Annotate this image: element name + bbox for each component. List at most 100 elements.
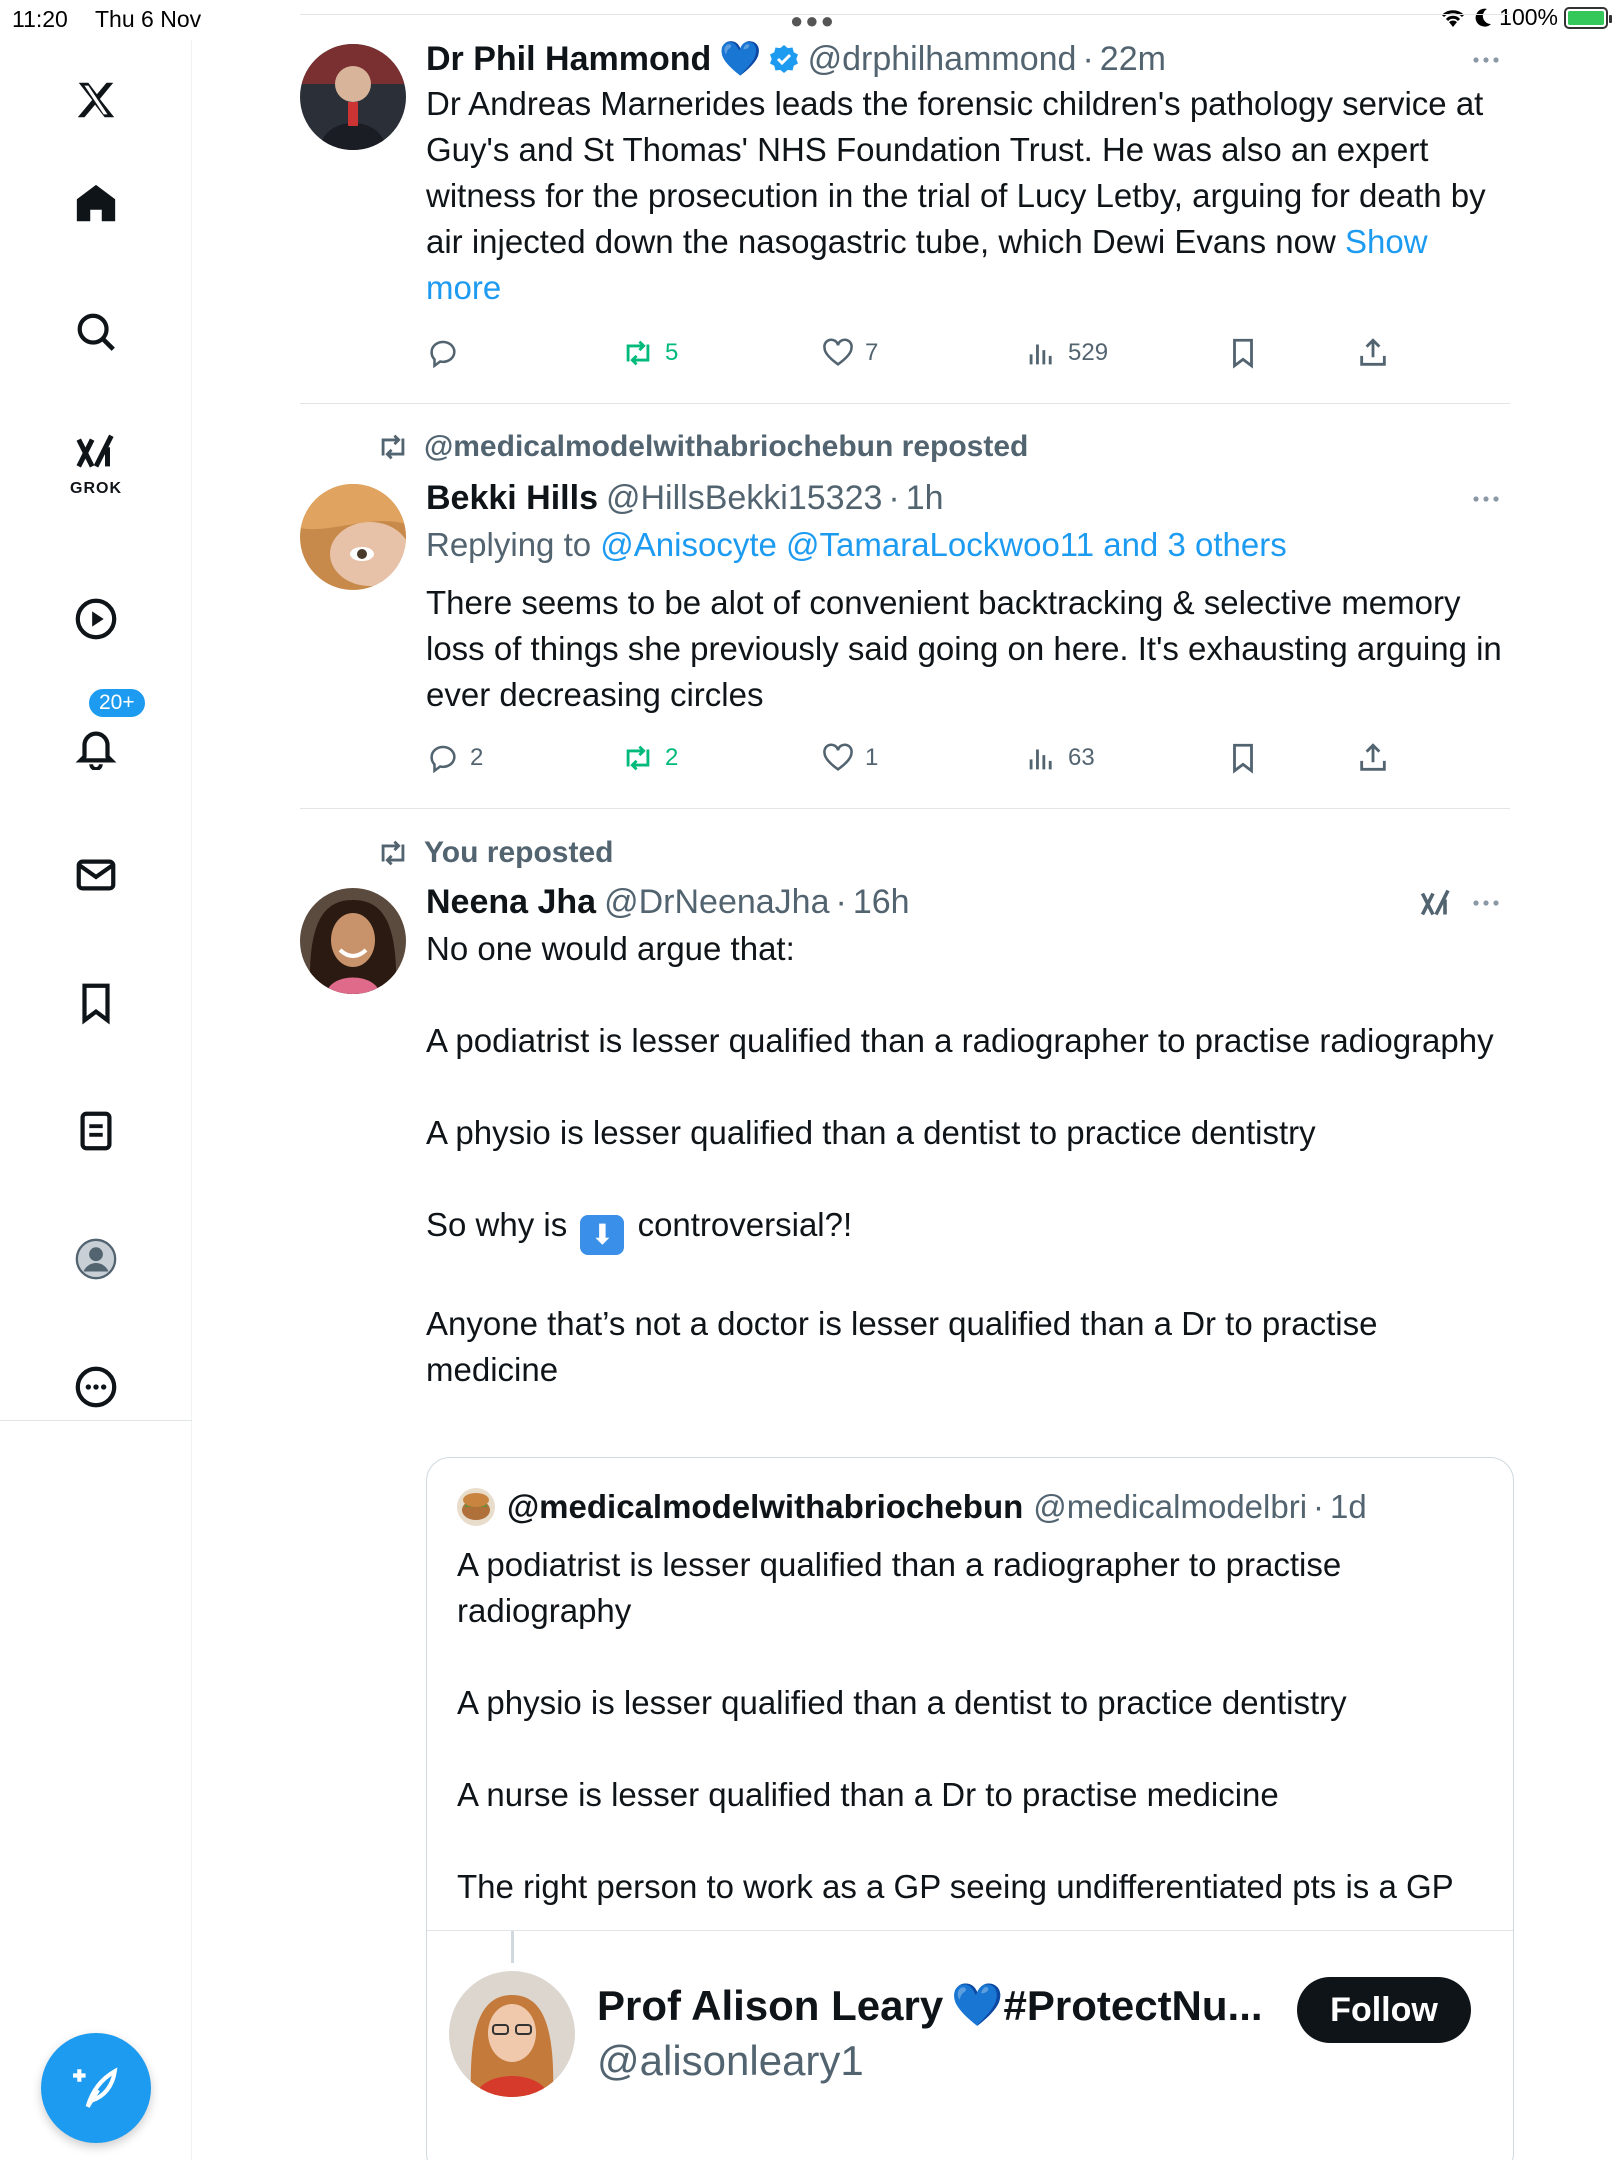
tweet-bekki-hills[interactable]: Bekki Hills @HillsBekki15323 · 1h Replyi… xyxy=(426,476,1506,718)
author-name[interactable]: Neena Jha xyxy=(426,883,596,922)
separator-dot: · xyxy=(1082,39,1094,78)
avatar-phil-hammond[interactable] xyxy=(300,44,406,150)
grok-icon[interactable] xyxy=(63,420,129,486)
tweet-text: Dr Andreas Marnerides leads the forensic… xyxy=(426,81,1506,311)
repost-context-icon xyxy=(381,434,405,460)
bookmark-button[interactable] xyxy=(1226,741,1260,775)
repost-button[interactable]: 5 xyxy=(621,336,678,370)
sidebar-divider xyxy=(0,1420,192,1421)
tweet-paragraph: Anyone that’s not a doctor is lesser qua… xyxy=(426,1305,1378,1388)
thread-line xyxy=(511,1931,514,1963)
author-handle[interactable]: @HillsBekki15323 xyxy=(606,479,882,518)
repost-button[interactable]: 2 xyxy=(621,741,678,775)
author-name[interactable]: Bekki Hills xyxy=(426,479,598,518)
search-icon[interactable] xyxy=(63,299,129,365)
separator-dot: · xyxy=(888,478,900,517)
heart-icon xyxy=(823,338,853,366)
avatar-alison-leary[interactable] xyxy=(449,1971,575,2097)
x-logo-icon[interactable] xyxy=(63,67,129,133)
author-handle[interactable]: @drphilhammond xyxy=(808,40,1077,79)
feed-top-divider xyxy=(300,14,1510,15)
avatar-neena-jha[interactable] xyxy=(300,888,406,994)
tweet-neena-jha[interactable]: Neena Jha @DrNeenaJha · 16h No one would… xyxy=(426,880,1506,1393)
tweet-phil-hammond[interactable]: Dr Phil Hammond 💙 @drphilhammond · 22m D… xyxy=(426,37,1506,311)
compose-post-button[interactable] xyxy=(41,2033,151,2143)
separator-dot: · xyxy=(1313,1488,1325,1525)
tweet-time[interactable]: 22m xyxy=(1100,40,1166,79)
profile-icon[interactable] xyxy=(63,1226,129,1292)
tweet-time[interactable]: 16h xyxy=(853,883,910,922)
quoted-tweet-time[interactable]: 1d xyxy=(1330,1488,1367,1526)
lists-icon[interactable] xyxy=(63,1098,129,1164)
heart-icon xyxy=(823,743,853,771)
avatar-bekki-hills[interactable] xyxy=(300,484,406,590)
grok-label: GROK xyxy=(70,480,122,497)
reply-button[interactable] xyxy=(426,336,470,370)
view-count: 63 xyxy=(1068,744,1095,771)
blue-heart-emoji: 💙 xyxy=(951,1981,1004,2028)
like-button[interactable]: 7 xyxy=(821,336,878,370)
bookmark-icon xyxy=(1233,743,1253,774)
quoted-author-handle[interactable]: @medicalmodelbri xyxy=(1033,1488,1307,1526)
tweet-text: No one would argue that: A podiatrist is… xyxy=(426,926,1506,1393)
status-time: 11:20 xyxy=(12,6,68,32)
tweet-divider xyxy=(300,808,1510,809)
quoted-author-avatar xyxy=(457,1488,495,1526)
messages-icon[interactable] xyxy=(63,842,129,908)
tweet-time[interactable]: 1h xyxy=(906,479,944,518)
views-button[interactable]: 529 xyxy=(1024,336,1108,370)
quoted-author-name[interactable]: @medicalmodelwithabriochebun xyxy=(507,1488,1023,1526)
share-button[interactable] xyxy=(1356,741,1390,775)
reply-icon xyxy=(430,340,456,369)
home-icon[interactable] xyxy=(63,171,129,237)
quoted-tweet-text: A podiatrist is lesser qualified than a … xyxy=(457,1542,1487,1910)
notifications-bell-icon[interactable] xyxy=(63,714,129,780)
blue-heart-emoji: 💙 xyxy=(719,40,762,78)
follow-button[interactable]: Follow xyxy=(1297,1977,1471,2043)
replying-to-users-link[interactable]: @Anisocyte @TamaraLockwoo11 and 3 others xyxy=(600,526,1286,563)
tweet-actions: 5 7 529 xyxy=(426,336,1426,376)
repost-icon xyxy=(626,340,650,366)
like-button[interactable]: 1 xyxy=(821,741,878,775)
views-button[interactable]: 63 xyxy=(1024,741,1095,775)
share-icon xyxy=(1360,338,1386,366)
profile-card-handle[interactable]: @alisonleary1 xyxy=(597,2037,864,2085)
repost-count: 5 xyxy=(665,339,679,366)
bookmarks-icon[interactable] xyxy=(63,970,129,1036)
author-name[interactable]: Dr Phil Hammond xyxy=(426,40,711,79)
grok-explain-icon[interactable] xyxy=(1418,886,1454,922)
status-date: Thu 6 Nov xyxy=(95,6,202,32)
reply-button[interactable]: 2 xyxy=(426,741,483,775)
bookmark-icon xyxy=(1233,338,1253,369)
tweet-paragraph-start: So why is xyxy=(426,1206,568,1243)
tweet-text: There seems to be alot of convenient bac… xyxy=(426,584,1502,713)
author-handle[interactable]: @DrNeenaJha xyxy=(604,883,829,922)
repost-context[interactable]: @medicalmodelwithabriochebun reposted xyxy=(376,430,1028,464)
quoted-paragraph: A physio is lesser qualified than a dent… xyxy=(457,1684,1347,1721)
tweet-paragraph: So why is ⬇ controversial?! xyxy=(426,1202,1506,1255)
quoted-tweet[interactable]: @medicalmodelwithabriochebun @medicalmod… xyxy=(426,1457,1514,2160)
down-arrow-emoji: ⬇ xyxy=(580,1215,625,1255)
quoted-paragraph: A podiatrist is lesser qualified than a … xyxy=(457,1546,1342,1629)
repost-icon xyxy=(626,745,650,771)
more-options-icon[interactable] xyxy=(63,1354,129,1420)
replying-to: Replying to @Anisocyte @TamaraLockwoo11 … xyxy=(426,522,1506,568)
like-count: 7 xyxy=(865,339,879,366)
profile-card-name-suffix: #ProtectNu... xyxy=(1003,1981,1263,2029)
share-button[interactable] xyxy=(1356,336,1390,370)
video-icon[interactable] xyxy=(63,586,129,652)
profile-card-name[interactable]: Prof Alison Leary xyxy=(597,1982,943,2030)
bookmark-button[interactable] xyxy=(1226,336,1260,370)
quoted-paragraph: A nurse is lesser qualified than a Dr to… xyxy=(457,1776,1279,1813)
embedded-profile-card[interactable]: Prof Alison Leary 💙 #ProtectNu... @aliso… xyxy=(427,1930,1513,2160)
tweet-more-icon[interactable] xyxy=(1466,45,1506,75)
repost-context-label: You reposted xyxy=(424,836,614,869)
tweet-paragraph-end: controversial?! xyxy=(637,1206,853,1243)
repost-context[interactable]: You reposted xyxy=(376,836,613,870)
tweet-more-icon[interactable] xyxy=(1466,888,1506,918)
repost-count: 2 xyxy=(665,744,679,771)
reply-icon xyxy=(430,745,456,774)
tweet-more-icon[interactable] xyxy=(1466,484,1506,514)
views-bar-chart-icon xyxy=(1029,749,1052,770)
separator-dot: · xyxy=(835,882,847,921)
